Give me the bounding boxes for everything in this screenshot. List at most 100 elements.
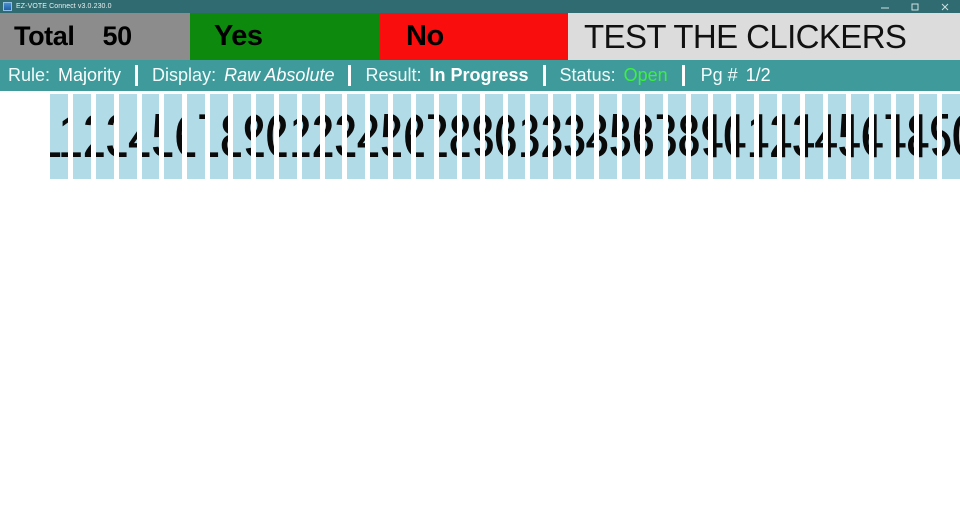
clicker-cell[interactable]: 42	[759, 94, 777, 179]
clicker-cell[interactable]: 47	[873, 94, 892, 179]
clicker-number: 27	[416, 105, 434, 168]
display-value: Raw Absolute	[224, 65, 335, 85]
clicker-number: 29	[462, 105, 480, 168]
clicker-number: 33	[553, 105, 571, 168]
clicker-cell[interactable]: 14	[118, 94, 137, 179]
clicker-cell[interactable]: 21	[278, 94, 297, 179]
minimize-icon[interactable]	[870, 0, 900, 13]
clicker-cell[interactable]: 46	[850, 94, 869, 179]
clicker-cell[interactable]: 48	[896, 94, 915, 179]
vote-summary-bar: Total 50 Yes No TEST THE CLICKERS	[0, 13, 960, 60]
clicker-cell[interactable]: 32	[530, 94, 549, 179]
clicker-cell[interactable]: 30	[484, 94, 503, 179]
separator	[135, 65, 139, 86]
status-badge: Open	[623, 65, 668, 85]
clicker-cell[interactable]: 38	[667, 94, 686, 179]
clicker-cell[interactable]: 49	[919, 94, 938, 179]
clicker-cell[interactable]: 12	[72, 94, 91, 179]
result-group[interactable]: Result: In Progress	[365, 65, 528, 86]
clicker-cell[interactable]: 25	[370, 94, 389, 179]
clicker-number: 38	[668, 105, 686, 168]
clicker-cell[interactable]: 24	[347, 94, 366, 179]
clicker-cell[interactable]: 19	[233, 94, 251, 179]
result-label: Result:	[365, 65, 422, 85]
clicker-cell[interactable]: 28	[438, 94, 457, 179]
yes-votes-panel: Yes	[190, 13, 380, 60]
no-votes-panel: No	[380, 13, 568, 60]
display-group[interactable]: Display: Raw Absolute	[152, 65, 334, 86]
clicker-number: 46	[851, 105, 869, 168]
page-value: 1/2	[745, 65, 771, 85]
clicker-cell[interactable]: 33	[553, 94, 572, 179]
clicker-cell[interactable]: 50	[942, 94, 960, 179]
clicker-number: 47	[874, 105, 892, 168]
clicker-cell[interactable]: 16	[164, 94, 183, 179]
clicker-cell[interactable]: 40	[713, 94, 732, 179]
clicker-number: 21	[279, 105, 297, 168]
separator	[542, 65, 546, 86]
clicker-cell[interactable]: 11	[50, 94, 68, 179]
clicker-cell[interactable]: 31	[507, 94, 526, 179]
window-title: EZ-VOTE Connect v3.0.230.0	[16, 3, 112, 10]
result-value: In Progress	[429, 65, 529, 85]
clicker-cell[interactable]: 45	[827, 94, 846, 179]
no-label: No	[406, 20, 444, 52]
clicker-number: 39	[691, 105, 709, 168]
clicker-cell[interactable]: 41	[736, 94, 755, 179]
clicker-number: 11	[50, 105, 68, 168]
question-panel: TEST THE CLICKERS	[568, 13, 960, 60]
close-icon[interactable]	[930, 0, 960, 13]
page-label: Pg #	[700, 65, 738, 85]
clicker-cell[interactable]: 20	[255, 94, 274, 179]
clicker-number: 18	[210, 105, 228, 168]
clicker-cell[interactable]: 29	[461, 94, 480, 179]
clicker-number: 35	[599, 105, 617, 168]
rule-value: Majority	[58, 65, 122, 85]
display-label: Display:	[152, 65, 217, 85]
clicker-grid: 1234567891011121314151617181920212223242…	[0, 91, 960, 519]
clicker-number: 37	[645, 105, 663, 168]
yes-label: Yes	[214, 20, 263, 52]
clicker-number: 48	[896, 105, 914, 168]
total-label: Total	[14, 21, 75, 51]
status-info-bar: Rule: Majority Display: Raw Absolute Res…	[0, 60, 960, 91]
clicker-number: 12	[73, 105, 91, 168]
clicker-cell[interactable]: 27	[416, 94, 434, 179]
clicker-number: 43	[782, 105, 800, 168]
clicker-number: 13	[96, 105, 114, 168]
clicker-number: 32	[530, 105, 548, 168]
clicker-number: 22	[302, 105, 320, 168]
clicker-number: 44	[805, 105, 823, 168]
clicker-cell[interactable]: 36	[621, 94, 640, 179]
clicker-cell[interactable]: 37	[644, 94, 663, 179]
clicker-cell[interactable]: 22	[301, 94, 320, 179]
clicker-number: 19	[233, 105, 251, 168]
maximize-icon[interactable]	[900, 0, 930, 13]
rule-group[interactable]: Rule: Majority	[8, 65, 121, 86]
rule-label: Rule:	[8, 65, 51, 85]
status-group[interactable]: Status: Open	[560, 65, 668, 86]
clicker-number: 30	[485, 105, 503, 168]
clicker-cell[interactable]: 39	[690, 94, 709, 179]
clicker-cell[interactable]: 43	[782, 94, 800, 179]
status-label: Status:	[559, 65, 616, 85]
clicker-cell[interactable]: 13	[95, 94, 114, 179]
total-votes-panel: Total 50	[0, 13, 190, 60]
app-icon	[3, 2, 12, 11]
clicker-number: 31	[508, 105, 526, 168]
clicker-number: 26	[393, 105, 411, 168]
clicker-number: 50	[942, 105, 960, 168]
clicker-cell[interactable]: 35	[599, 94, 617, 179]
clicker-cell[interactable]: 26	[393, 94, 411, 179]
page-group[interactable]: Pg # 1/2	[701, 65, 771, 86]
clicker-number: 25	[370, 105, 388, 168]
clicker-number: 20	[256, 105, 274, 168]
clicker-number: 42	[759, 105, 777, 168]
clicker-cell[interactable]: 23	[324, 94, 343, 179]
clicker-cell[interactable]: 18	[210, 94, 228, 179]
clicker-cell[interactable]: 17	[187, 94, 206, 179]
window-titlebar[interactable]: EZ-VOTE Connect v3.0.230.0	[0, 0, 960, 13]
clicker-cell[interactable]: 15	[141, 94, 160, 179]
clicker-cell[interactable]: 34	[576, 94, 594, 179]
clicker-cell[interactable]: 44	[804, 94, 823, 179]
